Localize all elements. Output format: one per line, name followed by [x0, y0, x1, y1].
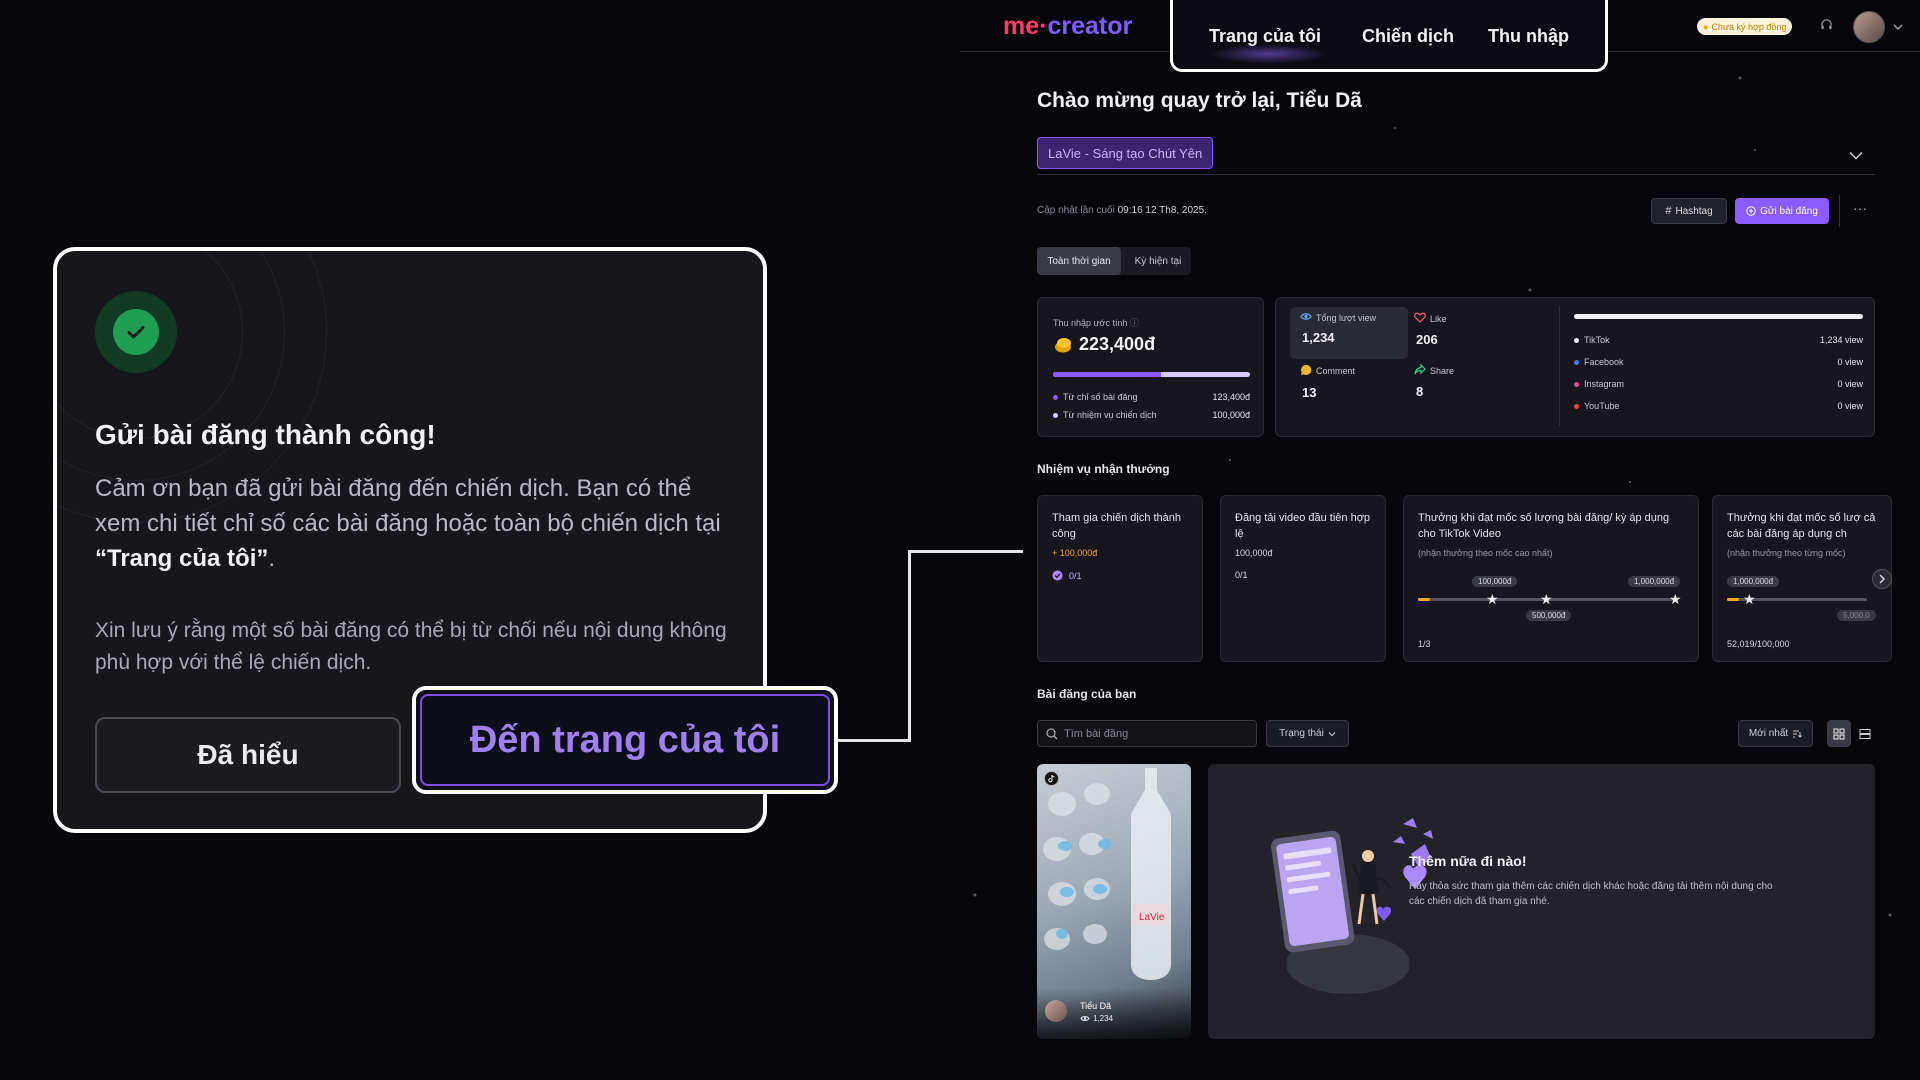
eye-icon — [1300, 312, 1312, 323]
callout-connector — [838, 739, 910, 742]
star-icon: ★ — [1669, 591, 1682, 607]
income-card: Thu nhập ước tính ⓘ 223,400đ Từ chỉ số b… — [1037, 297, 1264, 437]
post-author: Tiểu Dã — [1080, 1001, 1112, 1011]
chevron-down-icon — [1328, 731, 1336, 736]
nav-income[interactable]: Thu nhập — [1488, 26, 1569, 47]
comment-icon — [1300, 364, 1312, 378]
heart-icon — [1414, 312, 1426, 325]
submit-post-button[interactable]: Gửi bài đăng — [1735, 198, 1829, 224]
tiktok-icon — [1044, 771, 1059, 786]
sort-dropdown[interactable]: Mới nhất — [1738, 720, 1813, 747]
empty-state-card: Thêm nữa đi nào! Hãy thỏa sức tham gia t… — [1208, 764, 1875, 1039]
income-breakdown-row: Từ chỉ số bài đăng 123,400đ — [1053, 392, 1250, 402]
income-value: 223,400đ — [1079, 334, 1156, 354]
post-card[interactable]: LaVie Tiểu Dã 1,234 — [1037, 764, 1191, 1039]
eye-icon — [1080, 1016, 1090, 1021]
list-view-icon[interactable] — [1853, 720, 1877, 747]
star-icon: ★ — [1743, 591, 1756, 607]
grid-view-icon[interactable] — [1827, 720, 1851, 747]
empty-state-description: Hãy thỏa sức tham gia thêm các chiến dịc… — [1409, 881, 1773, 907]
tab-all-time[interactable]: Toàn thời gian — [1037, 247, 1121, 275]
main-nav: Trang của tôi Chiến dịch Thu nhập — [1170, 0, 1608, 72]
platform-bar — [1574, 314, 1863, 319]
income-split-bar — [1053, 372, 1250, 377]
mission-card[interactable]: Thưởng khi đạt mốc số lượ cả các bài đăn… — [1712, 495, 1892, 662]
dialog-title: Gửi bài đăng thành công! — [95, 419, 436, 450]
go-to-my-page-button[interactable]: Đến trang của tôi — [412, 686, 838, 794]
income-label: Thu nhập ước tính ⓘ — [1053, 318, 1140, 328]
chevron-down-icon[interactable] — [1893, 19, 1903, 34]
understood-button[interactable]: Đã hiểu — [95, 717, 401, 793]
contract-status-badge[interactable]: ● Chưa ký hợp đồng — [1697, 18, 1793, 35]
platform-row-youtube: YouTube 0 view — [1574, 401, 1863, 411]
post-author-avatar — [1045, 1000, 1067, 1022]
mecreator-logo[interactable]: me·creator — [1003, 12, 1132, 41]
coin-icon — [1055, 337, 1071, 352]
tab-current-period[interactable]: Kỳ hiện tại — [1125, 247, 1191, 275]
stats-card: Tổng lượt view 1,234 Like 206 Comment 13 Share… — [1275, 297, 1875, 437]
mission-card[interactable]: Thưởng khi đạt mốc số lượng bài đăng/ kỳ… — [1403, 495, 1699, 662]
missions-title: Nhiệm vụ nhận thưởng — [1037, 462, 1170, 476]
mission-card[interactable]: Đăng tải video đầu tiên hợp lệ 100,000đ … — [1220, 495, 1386, 662]
stat-comment: Comment 13 — [1300, 364, 1356, 400]
hashtag-button[interactable]: # Hashtag — [1651, 198, 1727, 224]
next-arrow-icon[interactable] — [1872, 569, 1892, 589]
platform-row-facebook: Facebook 0 view — [1574, 357, 1863, 367]
search-icon — [1046, 727, 1058, 739]
sort-icon — [1793, 730, 1803, 738]
status-filter-dropdown[interactable]: Trạng thái — [1266, 720, 1349, 747]
star-icon: ★ — [1540, 591, 1553, 607]
last-updated: Cập nhật lần cuối 09:16 12 Th8, 2025. — [1037, 205, 1207, 216]
platform-row-instagram: Instagram 0 view — [1574, 379, 1863, 389]
nav-campaigns[interactable]: Chiến dịch — [1362, 26, 1454, 47]
dialog-body: Cảm ơn bạn đã gửi bài đăng đến chiến dịc… — [95, 475, 721, 572]
empty-state-illustration — [1271, 818, 1433, 994]
headset-icon[interactable] — [1820, 18, 1833, 34]
stat-eye: Tổng lượt view 1,234 — [1300, 312, 1376, 345]
welcome-heading: Chào mừng quay trở lại, Tiểu Dã — [1037, 89, 1362, 112]
empty-state-title: Thêm nữa đi nào! — [1409, 853, 1527, 869]
success-check-icon — [95, 291, 177, 373]
stat-heart: Like 206 — [1414, 312, 1447, 347]
user-avatar[interactable] — [1853, 11, 1885, 43]
platform-row-tiktok: TikTok 1,234 view — [1574, 335, 1863, 345]
stat-share: Share 8 — [1414, 363, 1455, 399]
campaign-selector[interactable]: LaVie - Sáng tạo Chút Yên — [1037, 137, 1214, 169]
chevron-down-icon[interactable] — [1849, 148, 1863, 163]
posts-title: Bài đăng của bạn — [1037, 687, 1137, 701]
check-circle-icon — [1052, 570, 1063, 581]
mission-card[interactable]: Tham gia chiến dịch thành công + 100,000… — [1037, 495, 1203, 662]
callout-connector — [908, 550, 911, 742]
dashboard-app: me·creator Trang của tôi Chiến dịch Thu … — [960, 0, 1920, 1080]
share-icon — [1414, 363, 1426, 377]
post-search-input[interactable]: Tìm bài đăng — [1037, 720, 1257, 747]
svg-text:LaVie: LaVie — [1139, 912, 1165, 923]
dialog-note: Xin lưu ý rằng một số bài đăng có thể bị… — [95, 619, 727, 674]
post-views: 1,234 — [1093, 1014, 1114, 1023]
income-breakdown-row: Từ nhiệm vụ chiến dịch 100,000đ — [1053, 410, 1250, 420]
nav-my-page[interactable]: Trang của tôi — [1209, 26, 1321, 47]
star-icon: ★ — [1486, 591, 1499, 607]
more-options-icon[interactable]: ··· — [1853, 200, 1867, 216]
